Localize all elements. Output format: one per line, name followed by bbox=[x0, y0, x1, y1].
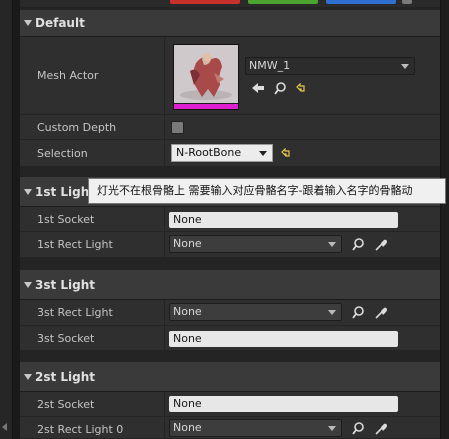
property-label: 1st Socket bbox=[37, 213, 95, 226]
asset-thumbnail[interactable] bbox=[173, 44, 239, 110]
category-title: Default bbox=[35, 16, 85, 30]
selection-value: N-RootBone bbox=[176, 146, 242, 159]
magnifier-icon[interactable] bbox=[352, 306, 365, 319]
property-label: 3st Socket bbox=[37, 332, 95, 345]
collapse-left-icon[interactable] bbox=[2, 423, 7, 431]
category-default[interactable]: Default bbox=[20, 10, 440, 37]
column-divider[interactable] bbox=[164, 326, 165, 350]
top-partial-row bbox=[20, 0, 440, 8]
3st-rect-light-combo[interactable]: None bbox=[169, 303, 342, 321]
category-2st-light[interactable]: 2st Light bbox=[20, 362, 440, 392]
column-divider[interactable] bbox=[164, 37, 165, 114]
eyedropper-icon[interactable] bbox=[375, 238, 388, 251]
expand-arrow-icon bbox=[24, 282, 32, 288]
expand-arrow-icon bbox=[24, 20, 32, 26]
property-row-1st-rect-light: 1st Rect Light None bbox=[20, 232, 440, 258]
property-label: Mesh Actor bbox=[37, 69, 99, 82]
category-title: 3st Light bbox=[35, 278, 96, 292]
mesh-actor-combo[interactable]: NMW_1 bbox=[245, 57, 415, 75]
expand-arrow-icon bbox=[24, 374, 32, 380]
magnifier-icon[interactable] bbox=[352, 238, 365, 251]
2st-rect-light-0-combo[interactable]: None bbox=[169, 419, 342, 437]
color-swatch-blue[interactable] bbox=[326, 0, 396, 4]
1st-rect-light-value: None bbox=[173, 237, 202, 250]
property-row-mesh-actor: Mesh Actor NMW_1 bbox=[20, 37, 440, 115]
property-label: Custom Depth bbox=[37, 121, 117, 134]
column-divider[interactable] bbox=[164, 417, 165, 438]
property-label: 2st Rect Light 0 bbox=[37, 423, 124, 436]
chevron-down-icon bbox=[328, 310, 336, 315]
property-row-3st-socket: 3st Socket None bbox=[20, 326, 440, 351]
2st-socket-input[interactable]: None bbox=[169, 396, 398, 412]
column-divider[interactable] bbox=[164, 392, 165, 416]
category-title: 2st Light bbox=[35, 370, 96, 384]
property-label: 1st Rect Light bbox=[37, 238, 113, 251]
chevron-down-icon bbox=[328, 242, 336, 247]
column-divider[interactable] bbox=[164, 300, 165, 325]
category-3st-light[interactable]: 3st Light bbox=[20, 270, 440, 300]
property-row-1st-socket: 1st Socket None bbox=[20, 207, 440, 232]
property-label: 3st Rect Light bbox=[37, 306, 113, 319]
tooltip: 灯光不在根骨骼上 需要输入对应骨骼名字-跟着输入名字的骨骼动 bbox=[88, 178, 446, 204]
property-label: 2st Socket bbox=[37, 398, 95, 411]
column-divider[interactable] bbox=[164, 232, 165, 257]
property-row-selection: Selection N-RootBone bbox=[20, 140, 440, 167]
eyedropper-icon[interactable] bbox=[375, 422, 388, 435]
2st-rect-light-0-value: None bbox=[173, 421, 202, 434]
1st-socket-input[interactable]: None bbox=[169, 212, 398, 228]
magnifier-icon[interactable] bbox=[274, 82, 287, 95]
asset-type-bar bbox=[174, 104, 238, 109]
magnifier-icon[interactable] bbox=[352, 422, 365, 435]
3st-rect-light-value: None bbox=[173, 305, 202, 318]
color-swatch-green[interactable] bbox=[248, 0, 318, 4]
selection-combo[interactable]: N-RootBone bbox=[171, 144, 273, 162]
chevron-down-icon bbox=[401, 64, 409, 69]
reset-arrow-icon[interactable] bbox=[281, 148, 290, 157]
mesh-actor-value: NMW_1 bbox=[249, 59, 291, 72]
eyedropper-icon[interactable] bbox=[375, 306, 388, 319]
left-scroll-strip bbox=[0, 0, 13, 439]
property-label: Selection bbox=[37, 147, 88, 160]
property-row-custom-depth: Custom Depth bbox=[20, 115, 440, 140]
column-divider[interactable] bbox=[164, 115, 165, 139]
column-divider[interactable] bbox=[164, 207, 165, 231]
property-row-2st-socket: 2st Socket None bbox=[20, 392, 440, 417]
chevron-down-icon bbox=[259, 151, 267, 156]
custom-depth-checkbox[interactable] bbox=[171, 121, 184, 134]
chevron-down-icon bbox=[328, 426, 336, 431]
1st-rect-light-combo[interactable]: None bbox=[169, 235, 342, 253]
property-row-3st-rect-light: 3st Rect Light None bbox=[20, 300, 440, 326]
vertical-scrollbar[interactable] bbox=[440, 0, 449, 439]
color-swatch-red[interactable] bbox=[170, 0, 240, 4]
expand-arrow-icon bbox=[24, 189, 32, 195]
character-preview-image bbox=[174, 45, 238, 103]
3st-socket-input[interactable]: None bbox=[169, 331, 398, 347]
property-row-2st-rect-light-0: 2st Rect Light 0 None bbox=[20, 417, 440, 439]
color-swatch-extra[interactable] bbox=[402, 0, 412, 4]
column-divider[interactable] bbox=[164, 140, 165, 166]
arrow-left-icon[interactable] bbox=[251, 82, 265, 94]
reset-arrow-icon[interactable] bbox=[296, 83, 305, 92]
category-title: 1st Light bbox=[35, 185, 96, 199]
